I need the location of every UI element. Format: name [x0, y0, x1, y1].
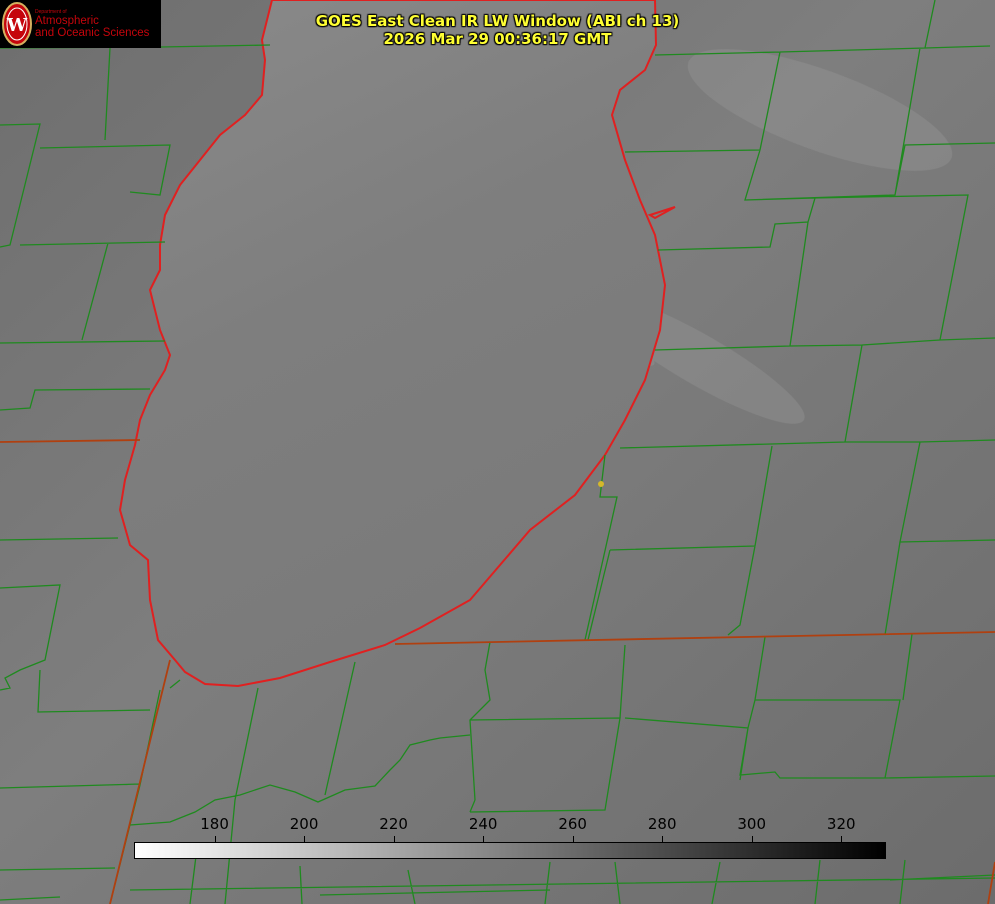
- colorbar-tick-mark: [304, 836, 306, 842]
- colorbar-tick-label: 240: [468, 815, 498, 833]
- colorbar-tick-mark: [393, 836, 395, 842]
- colorbar-tick-label: 200: [289, 815, 319, 833]
- map-canvas: [0, 0, 995, 904]
- satellite-image: W Department of Atmospheric and Oceanic …: [0, 0, 995, 904]
- colorbar-tick-mark: [483, 836, 485, 842]
- colorbar-tick-label: 260: [558, 815, 587, 833]
- colorbar-tick-mark: [214, 836, 216, 842]
- colorbar-tick-mark: [572, 836, 574, 842]
- colorbar-tick-label: 220: [379, 815, 408, 833]
- image-timestamp: 2026 Mar 29 00:36:17 GMT: [383, 30, 612, 48]
- colorbar-tick-mark: [751, 836, 753, 842]
- colorbar-tick-label: 320: [826, 815, 856, 833]
- colorbar-tick-label: 280: [647, 815, 677, 833]
- location-marker: [598, 481, 604, 487]
- colorbar-tick-mark: [841, 836, 843, 842]
- image-title: GOES East Clean IR LW Window (ABI ch 13): [315, 12, 680, 30]
- colorbar-tick-label: 300: [737, 815, 767, 833]
- colorbar-tick-label: 180: [200, 815, 229, 833]
- colorbar-tick-mark: [662, 836, 664, 842]
- colorbar-gradient: [134, 842, 886, 859]
